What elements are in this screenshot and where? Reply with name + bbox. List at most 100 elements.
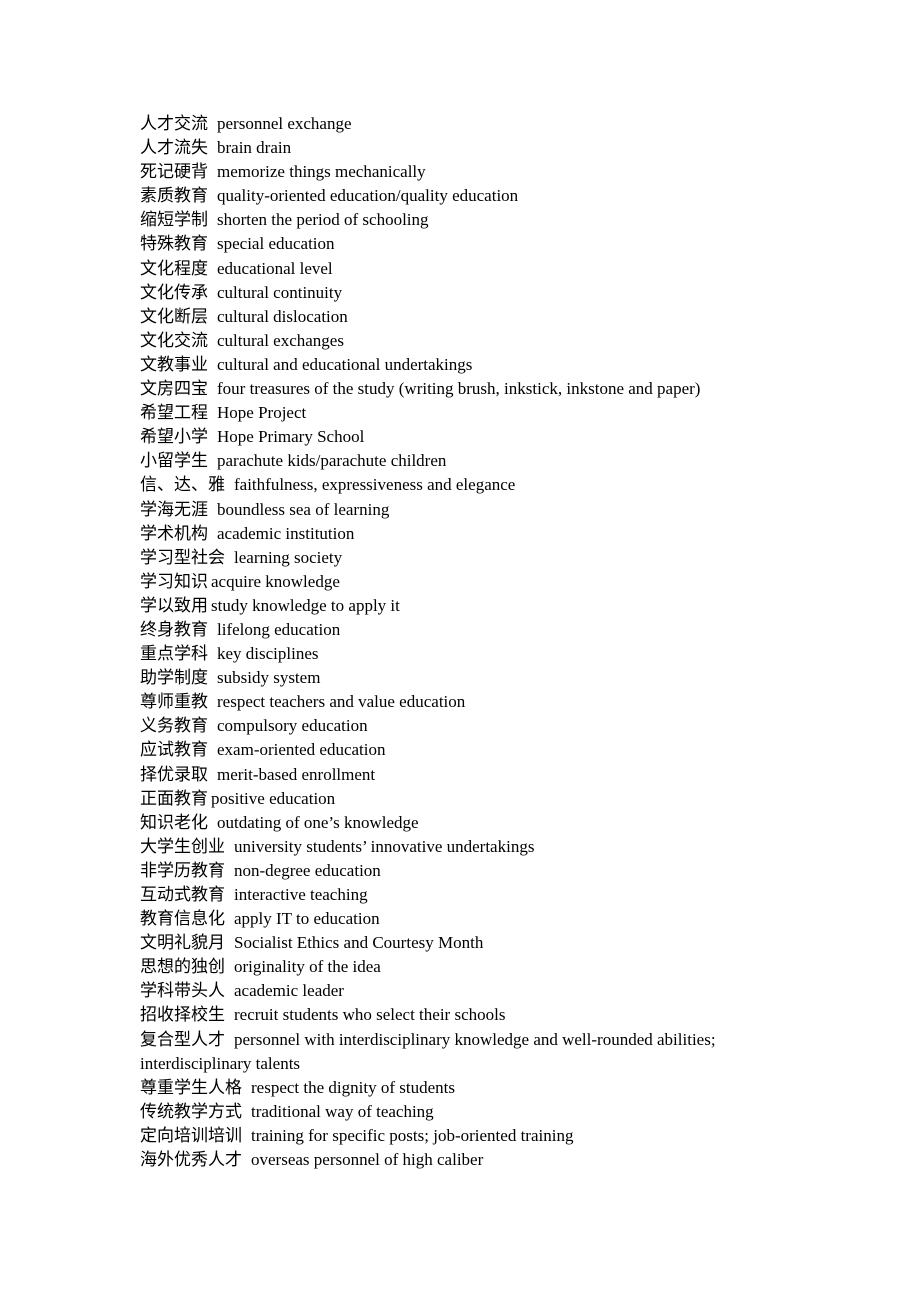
glossary-entry: 传统教学方式 traditional way of teaching: [140, 1100, 780, 1124]
english-translation: respect teachers and value education: [217, 692, 466, 712]
glossary-entry: 死记硬背 memorize things mechanically: [140, 160, 780, 184]
english-translation: non-degree education: [234, 860, 381, 880]
glossary-entry: 希望小学 Hope Primary School: [140, 425, 780, 449]
chinese-term: 义务教育: [140, 716, 208, 737]
english-translation: memorize things mechanically: [217, 162, 426, 182]
chinese-term: 学习知识: [140, 571, 208, 592]
glossary-entry: 信、达、雅 faithfulness, expressiveness and el…: [140, 473, 780, 497]
chinese-term: 小留学生: [140, 451, 208, 472]
english-translation: cultural and educational undertakings: [217, 354, 473, 374]
chinese-term: 特殊教育: [140, 234, 208, 255]
chinese-term: 学以致用: [140, 595, 208, 616]
english-translation: interactive teaching: [234, 885, 368, 904]
glossary-entry: 文化交流 cultural exchanges: [140, 329, 780, 353]
english-translation: respect the dignity of students: [251, 1077, 455, 1097]
glossary-entry: 文化断层 cultural dislocation: [140, 305, 780, 329]
glossary-entry: 义务教育 compulsory education: [140, 714, 780, 738]
chinese-term: 定向培训培训: [140, 1125, 242, 1146]
english-translation: parachute kids/parachute children: [217, 451, 447, 471]
english-translation: subsidy system: [217, 668, 321, 688]
glossary-entry: 文教事业 cultural and educational undertaking…: [140, 353, 780, 377]
glossary-entry: 希望工程 Hope Project: [140, 401, 780, 425]
glossary-entry: 非学历教育 non-degree education: [140, 859, 780, 883]
chinese-term: 终身教育: [140, 619, 208, 640]
glossary-entry: 缩短学制 shorten the period of schooling: [140, 208, 780, 232]
chinese-term: 应试教育: [140, 740, 208, 761]
chinese-term: 希望工程: [140, 403, 208, 424]
english-translation: special education: [217, 234, 335, 254]
glossary-entry: 素质教育 quality-oriented education/quality e…: [140, 184, 780, 208]
glossary-entry: 应试教育 exam-oriented education: [140, 738, 780, 762]
chinese-term: 正面教育: [140, 788, 208, 809]
chinese-term: 知识老化: [140, 812, 208, 833]
english-translation: cultural continuity: [217, 282, 343, 302]
english-translation: cultural dislocation: [217, 306, 348, 326]
english-translation: academic leader: [234, 981, 344, 1001]
glossary-entry: 终身教育 lifelong education: [140, 618, 780, 642]
glossary-entry: 人才流失 brain drain: [140, 136, 780, 160]
english-translation: personnel exchange: [217, 114, 352, 133]
glossary-entry: 大学生创业 university students’ innovative und…: [140, 835, 780, 859]
glossary-entry: 海外优秀人才 overseas personnel of high caliber: [140, 1148, 780, 1172]
chinese-term: 择优录取: [140, 764, 208, 785]
english-translation: Socialist Ethics and Courtesy Month: [234, 933, 484, 953]
glossary-entry: 尊师重教 respect teachers and value education: [140, 690, 780, 714]
chinese-term: 尊重学生人格: [140, 1077, 242, 1098]
english-translation: study knowledge to apply it: [211, 595, 400, 615]
glossary-entry: 小留学生 parachute kids/parachute children: [140, 449, 780, 473]
english-translation: key disciplines: [217, 644, 319, 664]
glossary-entry: 文明礼貌月 Socialist Ethics and Courtesy Month: [140, 931, 780, 955]
glossary-entry: 教育信息化 apply IT to education: [140, 907, 780, 931]
chinese-term: 文化交流: [140, 330, 208, 351]
chinese-term: 思想的独创: [140, 957, 225, 978]
glossary-entry: 知识老化 outdating of one’s knowledge: [140, 811, 780, 835]
chinese-term: 文教事业: [140, 354, 208, 375]
chinese-term: 文化断层: [140, 306, 208, 327]
glossary-entry: 学科带头人 academic leader: [140, 979, 780, 1003]
glossary-entry: 学习型社会 learning society: [140, 546, 780, 570]
english-translation: brain drain: [217, 138, 292, 158]
chinese-term: 素质教育: [140, 186, 208, 207]
glossary-entry: 定向培训培训 training for specific posts; job-o…: [140, 1124, 780, 1148]
english-translation: quality-oriented education/quality educa…: [217, 186, 519, 206]
chinese-term: 尊师重教: [140, 692, 208, 713]
glossary-entry: 文化程度 educational level: [140, 257, 780, 281]
english-translation: Hope Primary School: [217, 427, 365, 447]
english-translation: exam-oriented education: [217, 740, 386, 760]
chinese-term: 文化传承: [140, 282, 208, 303]
glossary-entry: 复合型人才 personnel with interdisciplinary kn…: [140, 1028, 780, 1076]
english-translation: positive education: [211, 788, 336, 808]
chinese-term: 学术机构: [140, 523, 208, 544]
chinese-term: 学海无涯: [140, 499, 208, 520]
glossary-entry: 互动式教育 interactive teaching: [140, 883, 780, 907]
chinese-term: 助学制度: [140, 668, 208, 689]
chinese-term: 互动式教育: [140, 885, 225, 905]
chinese-term: 重点学科: [140, 644, 208, 665]
english-translation: acquire knowledge: [211, 571, 340, 591]
glossary-entry: 人才交流 personnel exchange: [140, 112, 780, 136]
english-translation: four treasures of the study (writing bru…: [217, 379, 701, 399]
chinese-term: 人才交流: [140, 114, 208, 134]
glossary-entry: 正面教育 positive education: [140, 787, 780, 811]
chinese-term: 海外优秀人才: [140, 1150, 242, 1171]
english-translation: originality of the idea: [234, 957, 381, 977]
chinese-term: 缩短学制: [140, 210, 208, 231]
english-translation: apply IT to education: [234, 909, 380, 929]
glossary-entry: 学术机构 academic institution: [140, 522, 780, 546]
glossary-entry: 学海无涯 boundless sea of learning: [140, 498, 780, 522]
glossary-entry: 思想的独创 originality of the idea: [140, 955, 780, 979]
chinese-term: 传统教学方式: [140, 1101, 242, 1122]
chinese-term: 大学生创业: [140, 836, 225, 857]
english-translation: outdating of one’s knowledge: [217, 812, 419, 832]
chinese-term: 教育信息化: [140, 909, 225, 930]
chinese-term: 文明礼貌月: [140, 933, 225, 954]
chinese-term: 招收择校生: [140, 1005, 225, 1026]
glossary-entry: 助学制度 subsidy system: [140, 666, 780, 690]
chinese-term: 人才流失: [140, 138, 208, 159]
glossary-entry: 文化传承 cultural continuity: [140, 281, 780, 305]
chinese-term: 文化程度: [140, 258, 208, 279]
english-translation: university students’ innovative undertak…: [234, 836, 535, 856]
chinese-term: 希望小学: [140, 427, 208, 448]
english-translation: recruit students who select their school…: [234, 1005, 506, 1025]
glossary-entry: 择优录取 merit-based enrollment: [140, 763, 780, 787]
